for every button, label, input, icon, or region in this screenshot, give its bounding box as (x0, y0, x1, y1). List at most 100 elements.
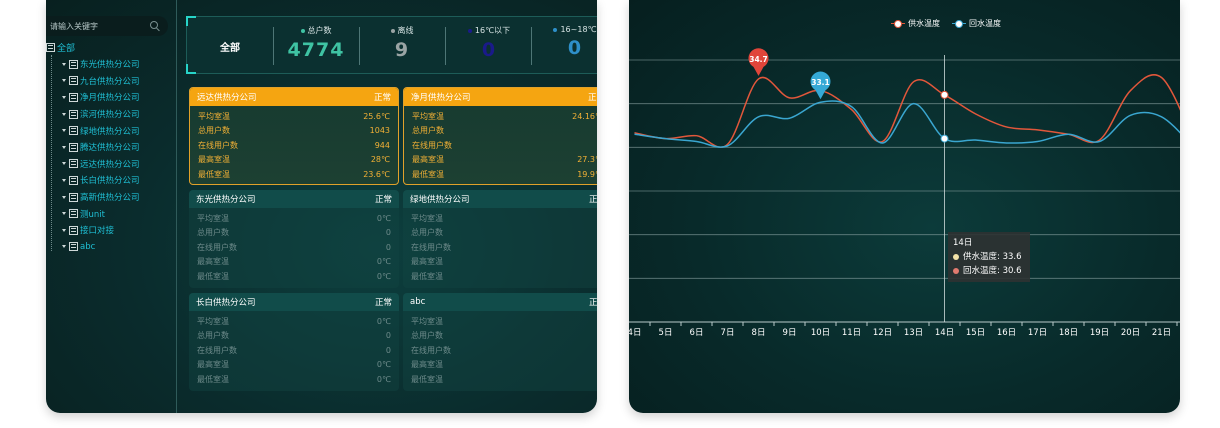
card-row: 最高室温 27.3℃ (404, 153, 597, 168)
card-title: 长白供热分公司 (196, 298, 256, 308)
card-row-label: 最高室温 (411, 360, 443, 370)
tree-item[interactable]: 长白供热分公司 (62, 172, 140, 189)
card-row: 最低室温 23.6℃ (190, 167, 398, 182)
card-row-label: 总用户数 (197, 228, 229, 238)
tree-item-label: 东光供热分公司 (80, 60, 140, 71)
summary-stat[interactable]: 16~18℃ 0 (535, 25, 597, 59)
search-icon[interactable] (150, 21, 158, 29)
tree-item[interactable]: 绿地供热分公司 (62, 122, 140, 139)
card-row: 总用户数8 (404, 124, 597, 139)
card-row-label: 最低室温 (412, 169, 444, 179)
x-axis-label: 13日 (904, 328, 923, 338)
tree-item[interactable]: 腾达供热分公司 (62, 139, 140, 156)
building-icon (69, 76, 78, 86)
card-row-label: 总用户数 (411, 228, 443, 238)
card-row: 最低室温 0℃ (189, 372, 399, 387)
tree-item[interactable]: 接口对接 (62, 222, 140, 239)
caret-down-icon[interactable] (62, 162, 66, 166)
card-row: 在线用户数0 (189, 240, 399, 255)
tree-item[interactable]: 净月供热分公司 (62, 89, 140, 106)
status-dot-icon (390, 28, 395, 33)
caret-down-icon[interactable] (62, 195, 66, 199)
caret-down-icon[interactable] (62, 145, 66, 149)
card-row: 在线用户数 0 (189, 343, 399, 358)
tree-item[interactable]: 东光供热分公司 (62, 56, 140, 73)
summary-stat-label-wrap: 16℃以下 (449, 25, 529, 36)
summary-stat[interactable]: 16℃以下 0 (449, 25, 529, 61)
company-card[interactable]: 长白供热分公司 正常 平均室温 0℃ 总用户数 0 在线用户数 0 最高室温 0℃ 最低室温 0℃ (189, 293, 399, 391)
summary-all-label[interactable]: 全部 (220, 39, 240, 54)
caret-down-icon[interactable] (62, 228, 66, 232)
x-axis-label: 16日 (997, 328, 1016, 338)
caret-down-icon[interactable] (62, 212, 66, 216)
card-header: 长白供热分公司 正常 (189, 293, 399, 311)
caret-down-icon[interactable] (62, 62, 66, 66)
x-axis-label: 21日 (1152, 328, 1171, 338)
caret-down-icon[interactable] (62, 129, 66, 133)
card-row-label: 总用户数 (412, 126, 444, 136)
card-row-label: 在线用户数 (198, 140, 238, 150)
x-axis-label: 12日 (873, 328, 892, 338)
card-row-label: 最低室温 (197, 271, 229, 281)
tooltip-supply-value: 供水温度: 33.6 (963, 252, 1022, 262)
x-axis-label: 15日 (966, 328, 985, 338)
company-card[interactable]: 东光供热分公司 正常 平均室温 0℃ 总用户数 0 在线用户数 0 最高室温 0℃ 最低室温 0℃ (189, 190, 399, 288)
card-row-label: 最低室温 (411, 374, 443, 384)
card-row: 最高室温 28℃ (190, 153, 398, 168)
caret-down-icon[interactable] (62, 178, 66, 182)
card-row-value: 0 (385, 345, 391, 355)
caret-down-icon[interactable] (62, 95, 66, 99)
summary-stat[interactable]: 总户数 4774 (276, 25, 356, 61)
marker-label: 34.7 (749, 55, 768, 64)
tree-item[interactable]: 滨河供热分公司 (62, 106, 140, 123)
card-row-label: 最高室温 (197, 360, 229, 370)
company-card[interactable]: 远达供热分公司 正常 平均室温 25.6℃ 总用户数 1043 在线用户数 944 最高室温 28… (189, 87, 399, 185)
x-axis-label: 18日 (1059, 328, 1078, 338)
card-row-label: 在线用户数 (411, 242, 451, 252)
summary-stat-label: 总户数 (307, 26, 332, 35)
summary-divider (359, 27, 360, 65)
card-row: 平均室温0 (403, 314, 597, 329)
card-row: 在线用户数 944 (190, 138, 398, 153)
card-row-value: 23.6℃ (363, 169, 390, 179)
company-card[interactable]: 净月供热分公司正常平均室温24.16℃总用户数8在线用户数4最高室温27.3℃最… (403, 87, 597, 185)
tree-item[interactable]: 九台供热分公司 (62, 73, 140, 90)
card-row-value: 0 (385, 228, 391, 238)
summary-stat-label: 16~18℃ (560, 25, 597, 34)
building-icon (69, 225, 78, 235)
card-header: 绿地供热分公司 正常 (403, 190, 597, 208)
card-row-label: 在线用户数 (197, 345, 237, 355)
left-panel: 全部 东光供热分公司九台供热分公司净月供热分公司滨河供热分公司绿地供热分公司腾达… (46, 0, 597, 413)
tree-item[interactable]: 远达供热分公司 (62, 156, 140, 173)
summary-divider (273, 27, 274, 65)
card-row: 最高室温0 (403, 358, 597, 373)
card-header: 东光供热分公司 正常 (189, 190, 399, 208)
card-row-label: 在线用户数 (411, 345, 451, 355)
tree-guide-line (51, 55, 53, 251)
tree-item-label: 腾达供热分公司 (80, 143, 140, 154)
building-icon (69, 109, 78, 119)
company-card[interactable]: 绿地供热分公司 正常平均室温0总用户数0在线用户数0最高室温0最低室温0 (403, 190, 597, 288)
tooltip-title: 14日 (953, 238, 973, 248)
tree-item[interactable]: abc (62, 239, 140, 256)
supply-temp-line (634, 74, 1180, 148)
caret-down-icon[interactable] (62, 245, 66, 249)
search-input[interactable] (50, 16, 145, 36)
tree-item-label: 测unit (80, 209, 105, 220)
tree-item[interactable]: 测unit (62, 205, 140, 222)
card-row: 在线用户数0 (403, 240, 597, 255)
summary-stat[interactable]: 离线 9 (362, 25, 442, 61)
caret-down-icon[interactable] (62, 112, 66, 116)
caret-down-icon[interactable] (62, 79, 66, 83)
card-row-label: 总用户数 (197, 331, 229, 341)
company-card[interactable]: abc 正常平均室温0总用户数0在线用户数0最高室温0最低室温0 (403, 293, 597, 391)
card-row-label: 最高室温 (411, 257, 443, 267)
tree-item[interactable]: 高新供热分公司 (62, 189, 140, 206)
x-axis-label: 20日 (1121, 328, 1140, 338)
x-axis-label: 6日 (690, 328, 704, 338)
tree-root-all[interactable]: 全部 (46, 41, 75, 54)
card-row-value: 0℃ (376, 374, 391, 384)
card-row-label: 最低室温 (411, 271, 443, 281)
tree-item-label: 高新供热分公司 (80, 193, 140, 204)
card-row-value: 944 (374, 140, 390, 150)
